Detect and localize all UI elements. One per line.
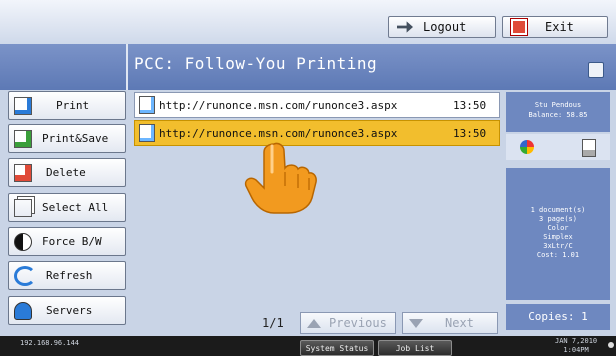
job-row[interactable]: http://runonce.msn.com/runonce3.aspx 13:… [134,92,500,118]
exit-icon [510,18,528,36]
title-band: PCC: Follow-You Printing [0,44,616,90]
time: 1:04PM [563,346,589,354]
detail-cost: Cost: 1.01 [536,251,580,259]
job-time: 13:50 [453,98,487,112]
detail-pages: 3 page(s) [539,215,577,223]
pointing-hand-icon [244,142,317,214]
job-details: 1 document(s) 3 page(s) Color Simplex 3x… [506,168,610,300]
exit-button[interactable]: Exit [502,16,608,38]
computer-icon [588,62,604,78]
next-label: Next [445,316,474,330]
logout-button[interactable]: Logout [388,16,496,38]
user-name: Stu Pendous [534,101,582,109]
page-title: PCC: Follow-You Printing [134,54,378,73]
detail-duplex: Simplex [543,233,573,241]
ip-address: 192.168.96.144 [20,339,80,347]
delete-icon [14,163,32,182]
job-list-button[interactable]: Job List [378,340,452,356]
job-url: http://runonce.msn.com/runonce3.aspx [159,126,398,140]
indicator-light-icon [608,342,614,348]
print-doc-icon [14,96,32,115]
print-button[interactable]: Print [8,91,126,120]
next-button[interactable]: Next [402,312,498,334]
system-status-button[interactable]: System Status [300,340,374,356]
web-document-icon [139,124,155,142]
color-icon [520,140,534,154]
logout-icon [397,21,413,33]
job-time: 13:50 [453,126,487,140]
date: JAN 7,2010 [555,337,598,345]
print-save-button[interactable]: Print&Save [8,124,126,153]
page-indicator: 1/1 [262,316,284,330]
job-url: http://runonce.msn.com/runonce3.aspx [159,98,398,112]
print-save-icon [14,129,32,148]
down-arrow-icon [409,318,423,328]
select-all-icon [14,198,32,217]
refresh-icon [14,265,36,286]
previous-label: Previous [329,316,387,330]
select-all-button[interactable]: Select All [8,193,126,222]
job-list: http://runonce.msn.com/runonce3.aspx 13:… [134,92,500,148]
user-balance: Balance: 58.85 [528,111,588,119]
servers-icon [14,301,32,320]
user-info: Stu Pendous Balance: 58.85 [506,92,610,132]
force-bw-button[interactable]: Force B/W [8,227,126,256]
print-label: Print [56,99,90,112]
delete-label: Delete [46,166,86,179]
detail-documents: 1 document(s) [530,206,586,214]
servers-label: Servers [46,304,93,317]
exit-label: Exit [545,20,574,34]
delete-button[interactable]: Delete [8,158,126,187]
servers-button[interactable]: Servers [8,296,126,325]
select-all-label: Select All [42,201,109,214]
refresh-button[interactable]: Refresh [8,261,126,290]
title-divider [126,44,128,90]
date-time: JAN 7,2010 1:04PM [555,337,597,355]
logout-label: Logout [423,20,467,34]
print-save-label: Print&Save [42,132,109,145]
web-document-icon [139,96,155,114]
previous-button[interactable]: Previous [300,312,396,334]
contrast-icon [14,232,32,251]
up-arrow-icon [307,318,321,328]
copies-field[interactable]: Copies: 1 [506,304,610,330]
detail-paper: 3xLtr/C [543,242,573,250]
page-icon [582,139,596,157]
detail-color: Color [547,224,569,232]
job-type-icons [506,134,610,160]
force-bw-label: Force B/W [42,235,102,248]
refresh-label: Refresh [46,269,93,282]
